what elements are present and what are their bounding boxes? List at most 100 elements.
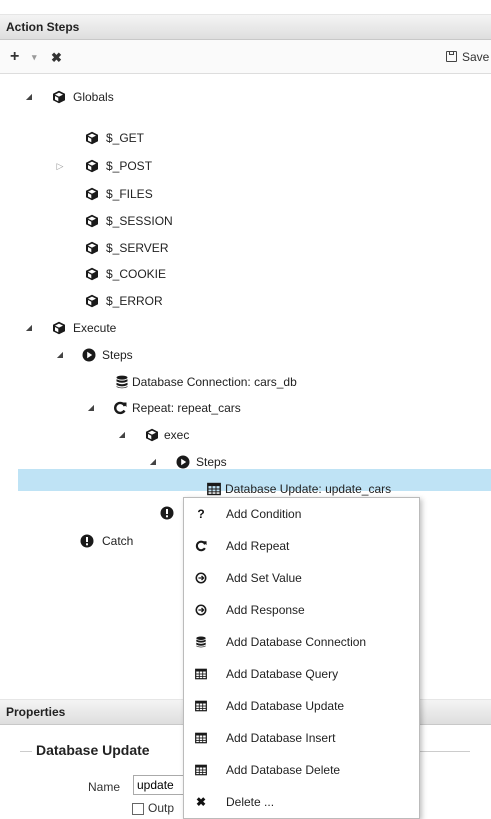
cube-icon [52, 321, 66, 335]
play-circle-icon [176, 455, 190, 469]
circle-arrow-icon [195, 572, 207, 584]
tree-node-session[interactable]: $_SESSION [0, 208, 491, 234]
cube-icon [85, 267, 99, 281]
database-icon [195, 636, 207, 648]
cube-icon [85, 131, 99, 145]
table-icon [195, 732, 207, 744]
exclamation-icon [80, 534, 94, 548]
tree-node-globals[interactable]: ◢ Globals [0, 84, 491, 110]
menu-item-add-condition[interactable]: ? Add Condition [184, 498, 419, 530]
tree-node-label: $_GET [106, 131, 145, 145]
cube-icon [85, 159, 99, 173]
exclamation-icon [160, 506, 174, 520]
tree-node-db-connection[interactable]: Database Connection: cars_db [0, 369, 491, 395]
tree-node-label: Catch [102, 534, 134, 548]
tree-node-label: $_POST [106, 159, 153, 173]
save-icon [446, 51, 457, 62]
circle-arrow-icon [195, 604, 207, 616]
menu-item-label: Add Database Query [226, 667, 339, 681]
toolbar: + ▾ ✖ Save [0, 40, 491, 74]
name-label: Name [88, 780, 121, 794]
add-dropdown-icon[interactable]: ▾ [32, 52, 37, 63]
menu-item-add-response[interactable]: Add Response [184, 594, 419, 626]
tree-node-error[interactable]: $_ERROR [0, 288, 491, 314]
repeat-icon [113, 401, 127, 415]
tree-node-label: Globals [73, 90, 114, 104]
menu-item-add-repeat[interactable]: Add Repeat [184, 530, 419, 562]
fieldset-rule-left [20, 751, 32, 752]
tree-node-server[interactable]: $_SERVER [0, 235, 491, 261]
add-step-button[interactable]: + [10, 48, 19, 66]
tree-node-exec[interactable]: ◢ exec [0, 422, 491, 448]
repeat-icon [195, 540, 207, 552]
delete-icon: ✖ [195, 795, 207, 809]
menu-item-label: Add Database Connection [226, 635, 367, 649]
database-icon [115, 375, 129, 389]
action-steps-header: Action Steps [0, 14, 491, 40]
menu-item-label: Add Condition [226, 507, 302, 521]
output-checkbox[interactable] [132, 803, 144, 815]
output-label: Outp [148, 801, 175, 815]
tree-node-post[interactable]: ▷ $_POST [0, 153, 491, 179]
menu-item-label: Add Database Delete [226, 763, 341, 777]
fieldset-rule-right [420, 751, 470, 752]
menu-item-label: Add Database Update [226, 699, 345, 713]
cube-icon [85, 294, 99, 308]
tree-node-execute[interactable]: ◢ Execute [0, 315, 491, 341]
menu-item-add-database-connection[interactable]: Add Database Connection [184, 626, 419, 658]
tree-node-label: exec [164, 428, 190, 442]
menu-item-label: Add Repeat [226, 539, 290, 553]
delete-step-button[interactable]: ✖ [51, 50, 62, 66]
collapse-arrow-icon[interactable]: ◢ [86, 395, 96, 421]
menu-item-add-database-delete[interactable]: Add Database Delete [184, 754, 419, 786]
tree-node-label: Execute [73, 321, 117, 335]
table-icon [207, 482, 221, 496]
save-label: Save [462, 50, 490, 64]
menu-item-label: Add Set Value [226, 571, 302, 585]
menu-item-add-database-insert[interactable]: Add Database Insert [184, 722, 419, 754]
tree-node-label: Repeat: repeat_cars [132, 401, 241, 415]
tree-node-label: $_SERVER [106, 241, 169, 255]
cube-icon [85, 214, 99, 228]
panel-title: Action Steps [6, 20, 80, 34]
tree-node-label: Steps [196, 455, 227, 469]
tree-node-label: $_ERROR [106, 294, 163, 308]
cube-icon [145, 428, 159, 442]
table-icon [195, 668, 207, 680]
menu-item-delete[interactable]: ✖ Delete ... [184, 786, 419, 818]
menu-item-add-database-query[interactable]: Add Database Query [184, 658, 419, 690]
context-menu: ? Add Condition Add Repeat Add Set Value Add… [183, 497, 420, 819]
cube-icon [85, 241, 99, 255]
tree-node-files[interactable]: $_FILES [0, 181, 491, 207]
tree-node-inner-steps[interactable]: ◢ Steps [0, 449, 491, 475]
menu-item-add-database-update[interactable]: Add Database Update [184, 690, 419, 722]
cube-icon [52, 90, 66, 104]
save-button[interactable]: Save [446, 50, 489, 64]
tree-node-repeat[interactable]: ◢ Repeat: repeat_cars [0, 395, 491, 421]
tree-node-label: $_FILES [106, 187, 153, 201]
tree-node-label: $_SESSION [106, 214, 173, 228]
tree-node-label: Database Connection: cars_db [132, 375, 297, 389]
tree-node-label: Steps [102, 348, 133, 362]
section-title: Database Update [36, 742, 150, 758]
table-icon [195, 764, 207, 776]
tree-node-steps[interactable]: ◢ Steps [0, 342, 491, 368]
menu-item-label: Add Database Insert [226, 731, 336, 745]
menu-item-add-set-value[interactable]: Add Set Value [184, 562, 419, 594]
menu-item-label: Delete ... [226, 795, 275, 809]
tree-node-label: $_COOKIE [106, 267, 167, 281]
properties-title: Properties [6, 705, 66, 719]
collapse-arrow-icon[interactable]: ◢ [24, 84, 34, 110]
question-icon: ? [197, 507, 205, 521]
tree-node-get[interactable]: $_GET [0, 125, 491, 151]
play-circle-icon [82, 348, 96, 362]
collapse-arrow-icon[interactable]: ◢ [24, 315, 34, 341]
table-icon [195, 700, 207, 712]
menu-item-label: Add Response [226, 603, 305, 617]
collapse-arrow-icon[interactable]: ◢ [148, 449, 158, 475]
expand-arrow-icon[interactable]: ▷ [55, 153, 65, 179]
collapse-arrow-icon[interactable]: ◢ [55, 342, 65, 368]
cube-icon [85, 187, 99, 201]
tree-node-cookie[interactable]: $_COOKIE [0, 261, 491, 287]
collapse-arrow-icon[interactable]: ◢ [117, 422, 127, 448]
